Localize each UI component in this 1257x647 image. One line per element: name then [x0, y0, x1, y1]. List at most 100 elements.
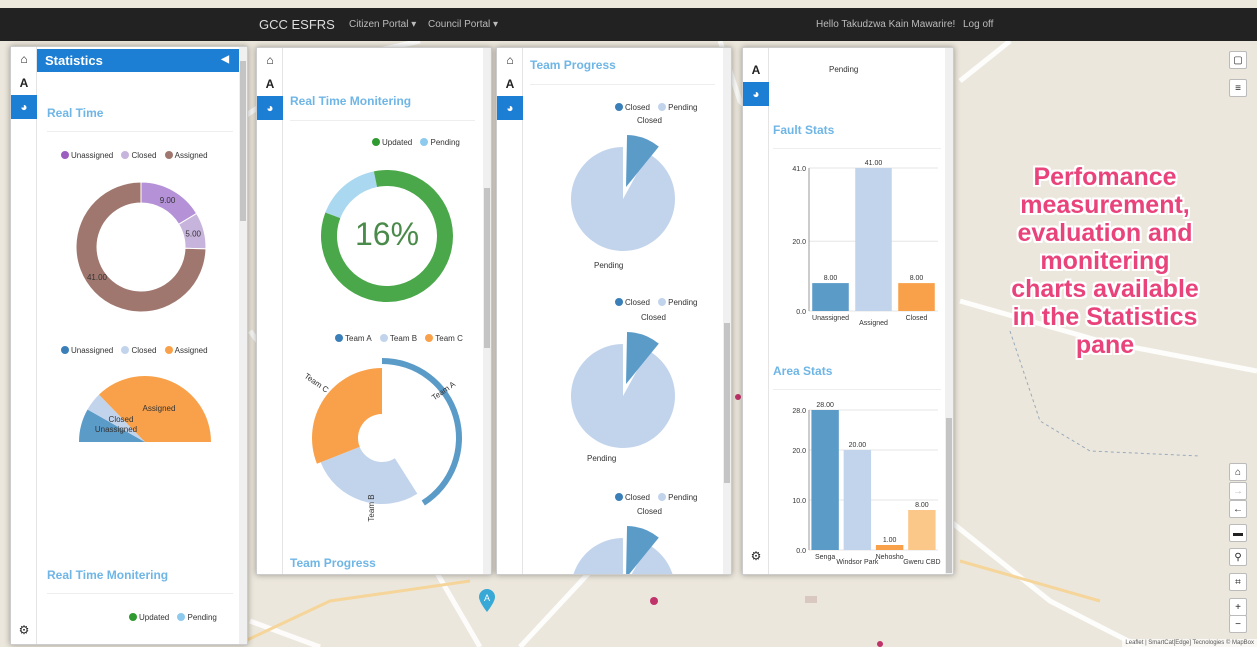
panel-tabs: ⌂ A ◕ — [497, 48, 523, 574]
callout-line: charts available — [1011, 275, 1199, 303]
pie-slice-pending[interactable] — [571, 147, 675, 251]
map-marker-a[interactable]: A — [478, 589, 496, 612]
bar[interactable] — [812, 283, 849, 311]
marker-icon: A — [479, 589, 495, 612]
bar[interactable] — [898, 283, 935, 311]
map-attribution[interactable]: Leaflet | SmartCat[Edge] Tecnologies © M… — [1122, 639, 1257, 647]
section-title-team-progress: Team Progress — [290, 556, 376, 570]
legend-item: Pending — [668, 493, 698, 502]
legend-item: Pending — [668, 298, 698, 307]
tab-settings[interactable]: ⚙ — [11, 618, 37, 642]
tab-statistics[interactable]: ◕ — [257, 96, 283, 120]
road-icon: A — [19, 76, 29, 90]
legend-item: Closed — [625, 103, 650, 112]
map-pin-icon: ⚲ — [1234, 551, 1242, 563]
layers-icon: ≡ — [1235, 82, 1241, 94]
tab-road[interactable]: A — [497, 72, 523, 96]
forward-button[interactable]: → — [1229, 482, 1247, 500]
callout-line: pane — [1075, 331, 1135, 359]
scrollbar[interactable] — [945, 48, 953, 574]
legend-item: Updated — [382, 138, 413, 147]
y-tick-label: 0.0 — [796, 309, 806, 316]
data-label: 28.00 — [816, 402, 834, 409]
legend-item: Closed — [625, 493, 650, 502]
bar[interactable] — [843, 450, 872, 550]
pie-slice-pending[interactable] — [571, 538, 675, 575]
x-tick-label: Windsor Park — [836, 559, 879, 566]
panel-realtime-monitoring: ⌂ A ◕ Real Time Monitering Updated Pendi… — [256, 47, 492, 575]
user-greeting[interactable]: Hello Takudzwa Kain Mawarire! — [816, 19, 955, 30]
half-pie-chart-status: Assigned ClosedUnassigned — [79, 376, 211, 442]
layers-button[interactable]: ≡ — [1229, 79, 1247, 97]
tab-statistics[interactable]: ◕ — [743, 82, 769, 106]
scrollbar[interactable] — [239, 47, 247, 644]
data-label: 8.00 — [915, 502, 929, 509]
collapse-icon[interactable]: ◀ — [221, 54, 229, 65]
data-label: 8.00 — [824, 275, 838, 282]
tab-settings[interactable]: ⚙ — [743, 544, 769, 568]
scrollbar-thumb[interactable] — [240, 61, 246, 221]
tab-statistics[interactable]: ◕ — [11, 95, 37, 119]
council-portal-menu[interactable]: Council Portal ▾ — [428, 19, 498, 30]
pie-chart-team-progress — [571, 526, 675, 575]
legend: Team A Team B Team C — [335, 334, 469, 343]
bar[interactable] — [875, 545, 904, 550]
back-button[interactable]: ← — [1229, 500, 1247, 518]
tab-home[interactable]: ⌂ — [11, 47, 37, 71]
scrollbar[interactable] — [483, 48, 491, 574]
bar[interactable] — [855, 168, 892, 311]
citizen-portal-menu[interactable]: Citizen Portal ▾ — [349, 19, 416, 30]
divider — [530, 84, 715, 85]
divider — [47, 593, 233, 594]
slice-label: Closed — [641, 313, 666, 322]
legend: Unassigned Closed Assigned — [61, 346, 214, 355]
tab-statistics[interactable]: ◕ — [497, 96, 523, 120]
crop-button[interactable]: ⌗ — [1229, 573, 1247, 591]
logoff-link[interactable]: Log off — [963, 19, 993, 30]
tab-road[interactable]: A — [11, 71, 37, 95]
gear-icon: ⚙ — [18, 623, 30, 637]
slice-label: Pending — [587, 454, 617, 463]
section-title-fault-stats: Fault Stats — [773, 123, 835, 137]
zoom-in-button[interactable]: + — [1229, 598, 1247, 616]
zoom-out-button[interactable]: − — [1229, 615, 1247, 633]
arrow-right-icon: → — [1233, 485, 1243, 497]
y-tick-label: 0.0 — [796, 548, 806, 555]
road-icon: A — [505, 77, 515, 91]
x-tick-label: Gweru CBD — [903, 559, 940, 566]
legend-item: Updated — [139, 613, 170, 622]
bar[interactable] — [908, 510, 936, 550]
image-button[interactable]: ▬ — [1229, 524, 1247, 542]
tab-home[interactable]: ⌂ — [257, 48, 283, 72]
fullscreen-button[interactable]: ▢ — [1229, 51, 1247, 69]
slice-label: Closed — [109, 415, 134, 424]
legend-item: Team C — [435, 334, 463, 343]
plus-icon: + — [1235, 601, 1241, 613]
scrollbar[interactable] — [723, 48, 731, 574]
data-label: 41.00 — [87, 273, 108, 282]
tab-home[interactable]: ⌂ — [497, 48, 523, 72]
legend-item: Unassigned — [71, 151, 114, 160]
brand[interactable]: GCC ESFRS — [259, 17, 335, 32]
tab-road[interactable]: A — [743, 58, 769, 82]
locate-button[interactable]: ⚲ — [1229, 548, 1247, 566]
legend-item: Closed — [131, 151, 157, 160]
data-label: 5.00 — [185, 229, 201, 238]
gauge-pending-arc[interactable] — [325, 171, 378, 219]
slice-label: Team C — [303, 371, 331, 394]
image-icon: ▬ — [1233, 527, 1243, 539]
pie-slice-pending[interactable] — [571, 344, 675, 448]
tab-road[interactable]: A — [257, 72, 283, 96]
crop-icon: ⌗ — [1235, 576, 1241, 588]
data-label: 1.00 — [883, 537, 897, 544]
home-button[interactable]: ⌂ — [1229, 463, 1247, 481]
scrollbar-thumb[interactable] — [484, 188, 490, 348]
statistics-panel: ⌂ A ◕ ⚙ Statistics ◀ Real Time Unassigne… — [10, 46, 248, 645]
donut-chart-teams: Team C Team ATeam B — [303, 358, 462, 522]
scrollbar-thumb[interactable] — [724, 323, 730, 483]
slice-label: Closed — [637, 507, 662, 516]
x-tick-label: Closed — [906, 315, 928, 322]
bar[interactable] — [811, 410, 839, 550]
panel-tabs: A ◕ ⚙ — [743, 48, 769, 574]
scrollbar-thumb[interactable] — [946, 418, 952, 573]
